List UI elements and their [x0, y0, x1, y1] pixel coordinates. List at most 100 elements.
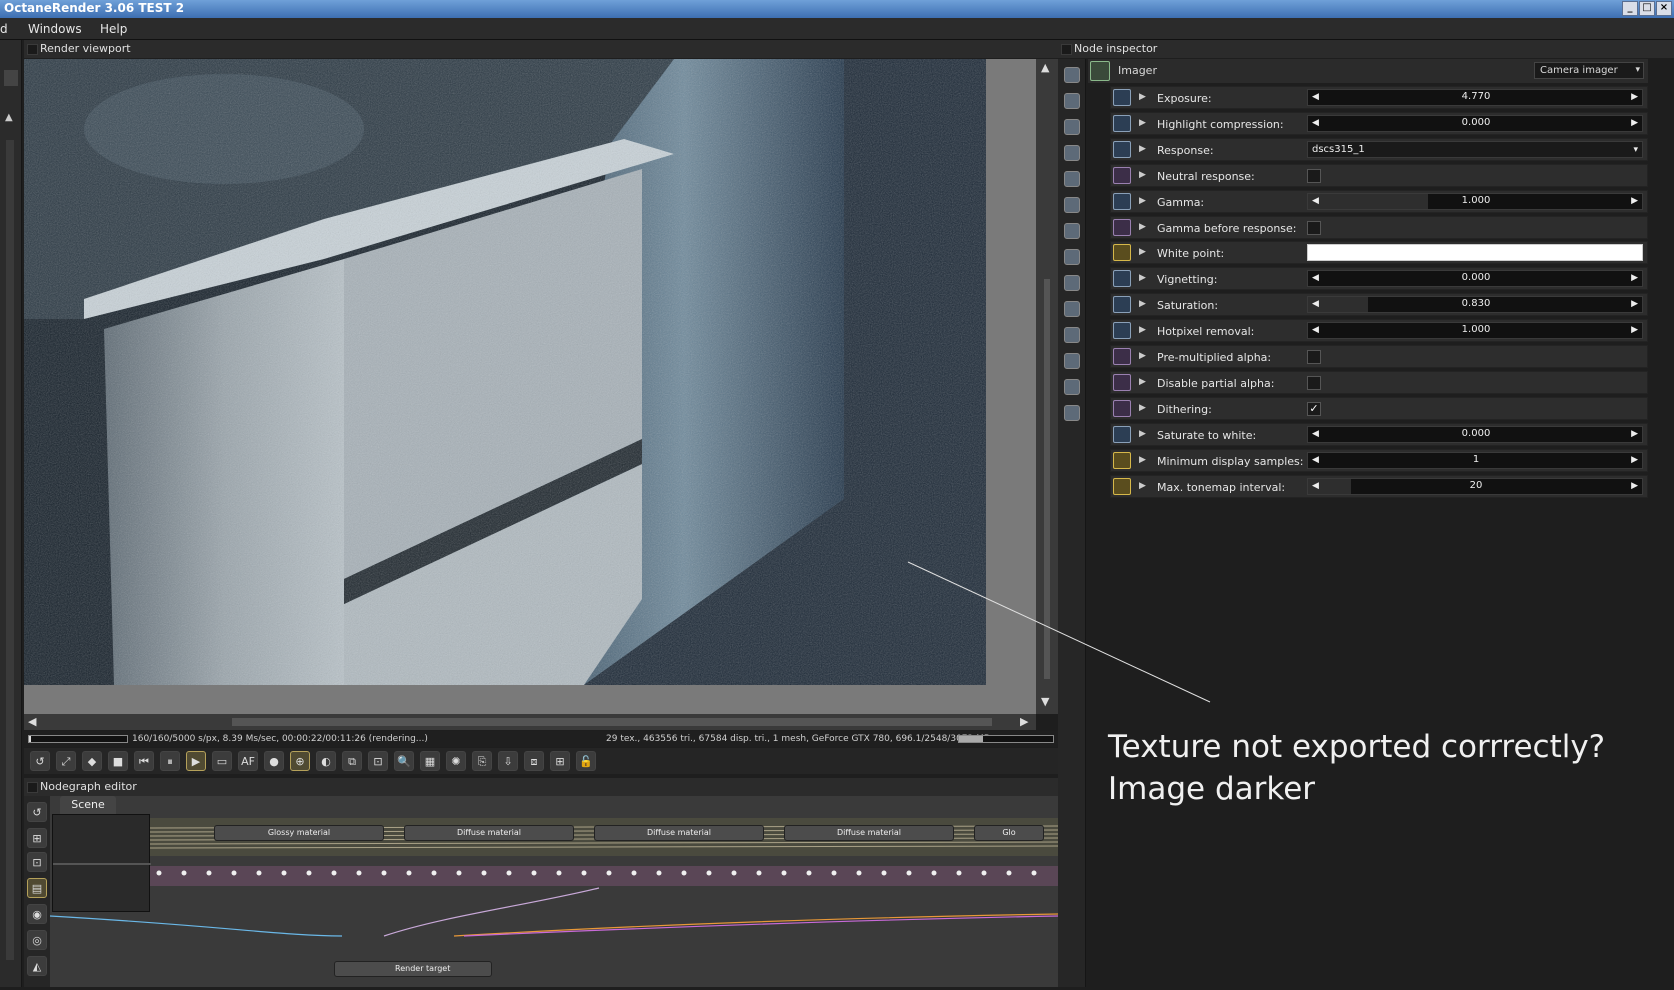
parameter-slider[interactable]: ◀ 1.000 ▶ [1307, 192, 1643, 210]
scroll-left-icon[interactable]: ◀ [28, 715, 36, 728]
parameter-slider[interactable]: ◀ 0.000 ▶ [1307, 114, 1643, 132]
export-icon[interactable]: ⧈ [524, 751, 544, 771]
parameter-type-icon[interactable] [1113, 373, 1131, 391]
expand-arrow-icon[interactable]: ▶ [1139, 92, 1146, 102]
material-node[interactable]: Diffuse material [404, 825, 574, 841]
expand-arrow-icon[interactable]: ▶ [1139, 273, 1146, 283]
increment-arrow-icon[interactable]: ▶ [1631, 196, 1638, 206]
parameter-type-icon[interactable] [1113, 348, 1131, 365]
parameter-type-icon[interactable] [1113, 296, 1131, 314]
increment-arrow-icon[interactable]: ▶ [1631, 481, 1638, 491]
pause-icon[interactable]: ⏸ [160, 751, 180, 771]
scroll-up-icon[interactable]: ▲ [1041, 61, 1049, 74]
expand-arrow-icon[interactable]: ▶ [1139, 377, 1146, 387]
horizontal-scroll-thumb[interactable] [232, 718, 992, 726]
script-icon[interactable]: 🔓 [576, 751, 596, 771]
parameter-type-icon[interactable] [1113, 399, 1131, 417]
image-icon[interactable] [1064, 119, 1080, 135]
minimize-button[interactable]: _ [1622, 1, 1638, 16]
rewind-icon[interactable]: ⏮ [134, 751, 154, 771]
left-scrollbar[interactable] [6, 140, 14, 960]
cube-icon[interactable]: ◆ [82, 751, 102, 771]
menu-item-partial[interactable]: d [0, 22, 8, 36]
increment-arrow-icon[interactable]: ▶ [1631, 429, 1638, 439]
parameter-type-icon[interactable] [1113, 425, 1131, 443]
parameter-checkbox[interactable] [1307, 375, 1321, 390]
square-icon[interactable]: ⎘ [472, 751, 492, 771]
render-image[interactable] [24, 59, 986, 685]
dock-tab[interactable] [4, 70, 18, 86]
picker-icon[interactable]: 🔍 [394, 751, 414, 771]
expand-arrow-icon[interactable]: ▶ [1139, 481, 1146, 491]
parameter-type-icon[interactable] [1113, 244, 1131, 262]
parameter-slider[interactable]: ◀ 1 ▶ [1307, 451, 1643, 469]
increment-arrow-icon[interactable]: ▶ [1631, 118, 1638, 128]
close-button[interactable]: × [1656, 1, 1672, 16]
parameter-type-icon[interactable] [1113, 270, 1131, 288]
expand-arrow-icon[interactable]: ▶ [1139, 144, 1146, 154]
paint-icon[interactable] [1064, 223, 1080, 239]
sphere-icon[interactable]: ◎ [27, 930, 47, 950]
graph-icon[interactable] [1064, 301, 1080, 317]
render-target-node[interactable]: Render target [334, 961, 492, 977]
expand-arrow-icon[interactable]: ▶ [1139, 196, 1146, 206]
scroll-up-icon[interactable]: ▲ [5, 112, 13, 123]
parameter-type-icon[interactable] [1113, 451, 1131, 469]
maximize-button[interactable]: □ [1639, 1, 1655, 16]
node-tree-icon[interactable]: ⊞ [27, 828, 47, 848]
light-icon[interactable] [1064, 405, 1080, 421]
parameter-type-icon[interactable] [1113, 218, 1131, 236]
parameter-slider[interactable]: ◀ 20 ▶ [1307, 477, 1643, 495]
environment-icon[interactable] [1064, 171, 1080, 187]
imager-icon[interactable] [1064, 379, 1080, 395]
stop-icon[interactable]: ■ [108, 751, 128, 771]
expand-arrow-icon[interactable]: ▶ [1139, 455, 1146, 465]
parameter-slider[interactable]: ◀ 0.830 ▶ [1307, 296, 1643, 314]
parameter-slider[interactable]: ◀ 0.000 ▶ [1307, 425, 1643, 443]
zoom-icon[interactable]: ✺ [446, 751, 466, 771]
spinner-icon[interactable]: ▦ [420, 751, 440, 771]
material-node[interactable]: Glo [974, 825, 1044, 841]
parameter-slider[interactable]: ◀ 0.000 ▶ [1307, 270, 1643, 288]
expand-arrow-icon[interactable]: ▶ [1139, 170, 1146, 180]
tab-scene[interactable]: Scene [60, 796, 116, 814]
reload-icon[interactable]: ↺ [30, 751, 50, 771]
material-node[interactable]: Diffuse material [784, 825, 954, 841]
film-icon[interactable]: ◐ [316, 751, 336, 771]
parameter-checkbox[interactable] [1307, 350, 1321, 364]
af-icon[interactable]: AF [238, 751, 258, 771]
parameter-type-icon[interactable] [1113, 477, 1131, 495]
increment-arrow-icon[interactable]: ▶ [1631, 455, 1638, 465]
parameter-type-icon[interactable] [1113, 166, 1131, 184]
imager-type-dropdown[interactable]: Camera imager ▾ [1534, 62, 1644, 79]
crop-icon[interactable]: ⊞ [550, 751, 570, 771]
mesh-icon[interactable]: ◭ [27, 956, 47, 976]
texture-icon[interactable] [1064, 249, 1080, 265]
expand-arrow-icon[interactable]: ▶ [1139, 351, 1146, 361]
material-node[interactable]: Glossy material [214, 825, 384, 841]
expand-arrow-icon[interactable]: ▶ [1139, 299, 1146, 309]
expand-arrow-icon[interactable]: ▶ [1139, 325, 1146, 335]
node-grid-icon[interactable]: ⊡ [27, 852, 47, 872]
color-swatch[interactable] [1307, 244, 1643, 262]
nodegraph-minimap[interactable] [52, 814, 151, 912]
viewport-horizontal-scrollbar[interactable]: ◀ ▶ [24, 714, 1036, 730]
render-icon[interactable] [1064, 327, 1080, 343]
play-icon[interactable]: ▶ [186, 751, 206, 771]
stack-icon[interactable] [1064, 93, 1080, 109]
clock-icon[interactable] [1064, 275, 1080, 291]
scale-icon[interactable]: ⤢ [56, 751, 76, 771]
lock-icon[interactable]: ⊕ [290, 751, 310, 771]
parameter-checkbox[interactable] [1307, 168, 1321, 183]
layers-icon[interactable] [1064, 67, 1080, 83]
material-node[interactable]: Diffuse material [594, 825, 764, 841]
focus-icon[interactable]: ⊡ [368, 751, 388, 771]
parameter-checkbox[interactable] [1307, 220, 1321, 235]
camera-icon[interactable] [1064, 145, 1080, 161]
kernel-icon[interactable] [1064, 197, 1080, 213]
expand-arrow-icon[interactable]: ▶ [1139, 247, 1146, 257]
parameter-checkbox[interactable]: ✓ [1307, 401, 1321, 416]
expand-arrow-icon[interactable]: ▶ [1139, 429, 1146, 439]
parameter-dropdown[interactable]: dscs315_1 ▾ [1307, 140, 1643, 158]
increment-arrow-icon[interactable]: ▶ [1631, 273, 1638, 283]
